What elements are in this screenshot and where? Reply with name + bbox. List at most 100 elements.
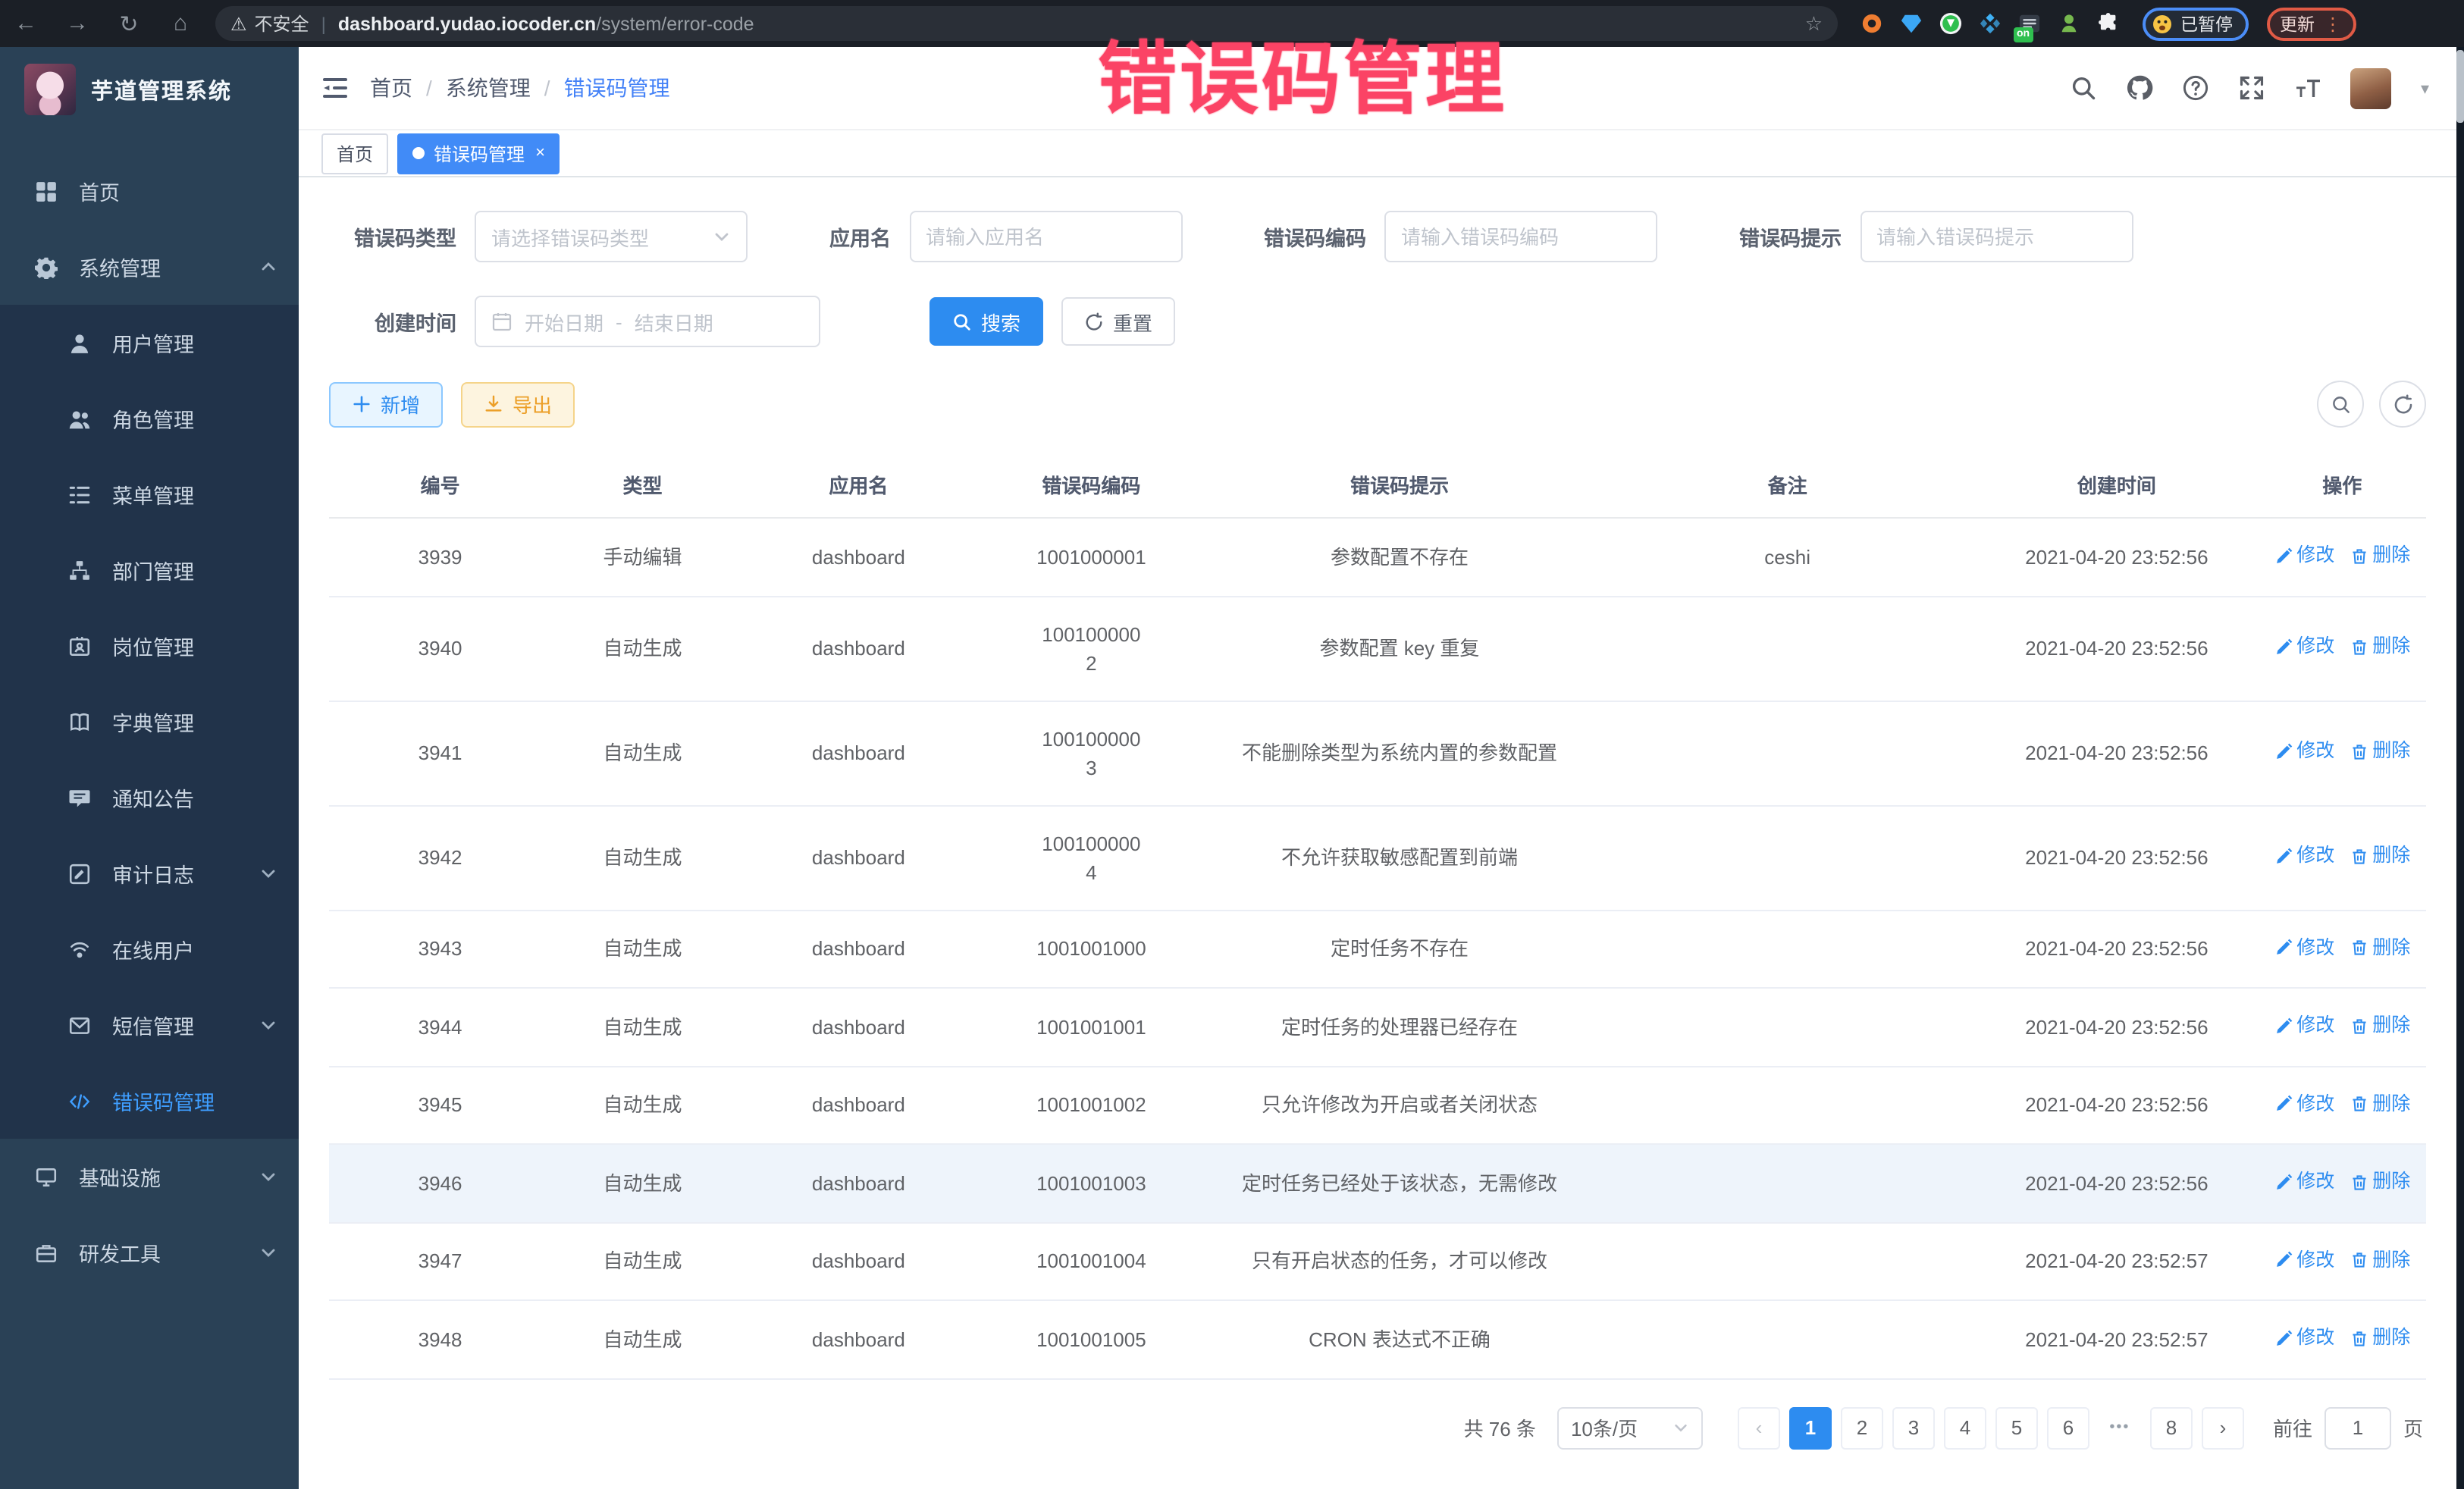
paused-extension-chip[interactable]: 已暂停 [2143, 7, 2248, 40]
page-button-5[interactable]: 5 [1995, 1406, 2038, 1449]
help-icon[interactable] [2183, 74, 2210, 102]
page-button-2[interactable]: 2 [1841, 1406, 1883, 1449]
sidebar-item-role[interactable]: 角色管理 [0, 381, 299, 456]
sidebar-item-post[interactable]: 岗位管理 [0, 608, 299, 684]
edit-link[interactable]: 修改 [2274, 541, 2334, 570]
collapse-sidebar-icon[interactable] [321, 76, 349, 100]
app-name-input[interactable] [909, 211, 1182, 262]
sidebar-item-notice[interactable]: 通知公告 [0, 760, 299, 835]
page-button-3[interactable]: 3 [1892, 1406, 1935, 1449]
delete-link[interactable]: 删除 [2350, 541, 2410, 570]
edit-link[interactable]: 修改 [2274, 1011, 2334, 1040]
row-actions: 修改删除 [2259, 805, 2426, 910]
sidebar-item-audit-log[interactable]: 审计日志 [0, 835, 299, 911]
page-button-1[interactable]: 1 [1789, 1406, 1832, 1449]
prev-page-button[interactable]: ‹ [1738, 1406, 1780, 1449]
search-icon[interactable] [2071, 74, 2098, 102]
error-code-input[interactable] [1384, 211, 1657, 262]
page-button-4[interactable]: 4 [1944, 1406, 1986, 1449]
breadcrumb-item[interactable]: 系统管理 [446, 73, 531, 103]
edit-link[interactable]: 修改 [2274, 1246, 2334, 1274]
page-button-6[interactable]: 6 [2047, 1406, 2089, 1449]
edit-link[interactable]: 修改 [2274, 933, 2334, 962]
browser-back-icon[interactable]: ← [0, 11, 52, 36]
extension-icon-7[interactable] [2096, 11, 2121, 36]
breadcrumb-item[interactable]: 首页 [370, 73, 412, 103]
row-actions: 修改删除 [2259, 1222, 2426, 1300]
edit-link[interactable]: 修改 [2274, 1324, 2334, 1353]
delete-link[interactable]: 删除 [2350, 1246, 2410, 1274]
browser-reload-icon[interactable]: ↻ [103, 10, 155, 37]
add-button[interactable]: 新增 [329, 381, 443, 427]
tab-inactive[interactable]: 首页 [321, 133, 388, 174]
goto-page-input[interactable] [2324, 1406, 2391, 1449]
delete-link[interactable]: 删除 [2350, 1324, 2410, 1353]
search-toggle-icon [2330, 393, 2351, 415]
github-icon[interactable] [2127, 74, 2154, 102]
edit-link[interactable]: 修改 [2274, 633, 2334, 662]
edit-link[interactable]: 修改 [2274, 1089, 2334, 1118]
toggle-search-button[interactable] [2317, 381, 2364, 428]
end-date-placeholder: 结束日期 [635, 307, 713, 336]
app-logo-row[interactable]: 芋道管理系统 [0, 47, 299, 132]
sidebar-item-user[interactable]: 用户管理 [0, 305, 299, 381]
page-button-8[interactable]: 8 [2150, 1406, 2193, 1449]
browser-update-button[interactable]: 更新 ⋮ [2266, 7, 2356, 40]
error-code-type-select[interactable]: 请选择错误码类型 [475, 211, 748, 262]
next-page-button[interactable]: › [2202, 1406, 2244, 1449]
sidebar-item-dict[interactable]: 字典管理 [0, 684, 299, 760]
row-memo [1600, 1222, 1975, 1300]
font-size-icon[interactable] [2295, 74, 2322, 102]
bookmark-star-icon[interactable]: ☆ [1805, 11, 1823, 36]
delete-link[interactable]: 删除 [2350, 1168, 2410, 1196]
edit-link[interactable]: 修改 [2274, 842, 2334, 871]
create-time-range-picker[interactable]: 开始日期 - 结束日期 [475, 296, 820, 347]
reset-button[interactable]: 重置 [1061, 297, 1175, 346]
sidebar-item-sms[interactable]: 短信管理 [0, 987, 299, 1063]
extension-icon-3[interactable] [1938, 11, 1964, 36]
address-bar[interactable]: ⚠ 不安全 | dashboard.yudao.iocoder.cn/syste… [215, 6, 1838, 41]
export-button[interactable]: 导出 [461, 381, 575, 427]
tab-active[interactable]: 错误码管理× [397, 133, 560, 174]
scrollbar-thumb[interactable] [2456, 50, 2464, 123]
sidebar-item-home[interactable]: 首页 [0, 153, 299, 229]
error-hint-input[interactable] [1860, 211, 2133, 262]
announce-icon [67, 785, 91, 810]
page-size-select[interactable]: 10条/页 [1557, 1406, 1703, 1449]
refresh-table-button[interactable] [2379, 381, 2426, 428]
edit-link[interactable]: 修改 [2274, 738, 2334, 766]
avatar-dropdown-caret-icon[interactable]: ▾ [2421, 78, 2429, 98]
browser-home-icon[interactable]: ⌂ [155, 11, 206, 36]
delete-link[interactable]: 删除 [2350, 842, 2410, 871]
search-button[interactable]: 搜索 [929, 297, 1043, 346]
extension-icon-5[interactable]: on [2017, 11, 2042, 36]
sidebar-item-infra[interactable]: 基础设施 [0, 1139, 299, 1215]
plus-icon [352, 394, 371, 414]
fullscreen-icon[interactable] [2239, 74, 2266, 102]
sidebar-item-menu[interactable]: 菜单管理 [0, 456, 299, 532]
extension-icon-1[interactable] [1859, 11, 1885, 36]
extension-icon-2[interactable] [1898, 11, 1924, 36]
extension-icon-6[interactable] [2056, 11, 2082, 36]
browser-menu-icon[interactable]: ⋮ [2324, 13, 2342, 34]
sidebar-item-error-code[interactable]: 错误码管理 [0, 1063, 299, 1139]
audit-icon [67, 861, 91, 886]
sidebar-item-system[interactable]: 系统管理 [0, 229, 299, 305]
browser-forward-icon[interactable]: → [52, 11, 103, 36]
sidebar-item-online-user[interactable]: 在线用户 [0, 911, 299, 987]
user-avatar[interactable] [2351, 67, 2392, 108]
row-memo [1600, 910, 1975, 988]
sidebar-item-dept[interactable]: 部门管理 [0, 532, 299, 608]
tab-close-icon[interactable]: × [535, 144, 545, 162]
delete-link[interactable]: 删除 [2350, 933, 2410, 962]
vertical-scrollbar[interactable] [2456, 47, 2464, 1489]
breadcrumb: 首页/系统管理/错误码管理 [370, 73, 670, 103]
delete-link[interactable]: 删除 [2350, 738, 2410, 766]
sidebar-item-dev-tools[interactable]: 研发工具 [0, 1215, 299, 1290]
delete-link[interactable]: 删除 [2350, 1089, 2410, 1118]
edit-link[interactable]: 修改 [2274, 1168, 2334, 1196]
delete-link[interactable]: 删除 [2350, 1011, 2410, 1040]
user-icon [67, 331, 91, 355]
extension-icon-4[interactable] [1977, 11, 2003, 36]
delete-link[interactable]: 删除 [2350, 633, 2410, 662]
